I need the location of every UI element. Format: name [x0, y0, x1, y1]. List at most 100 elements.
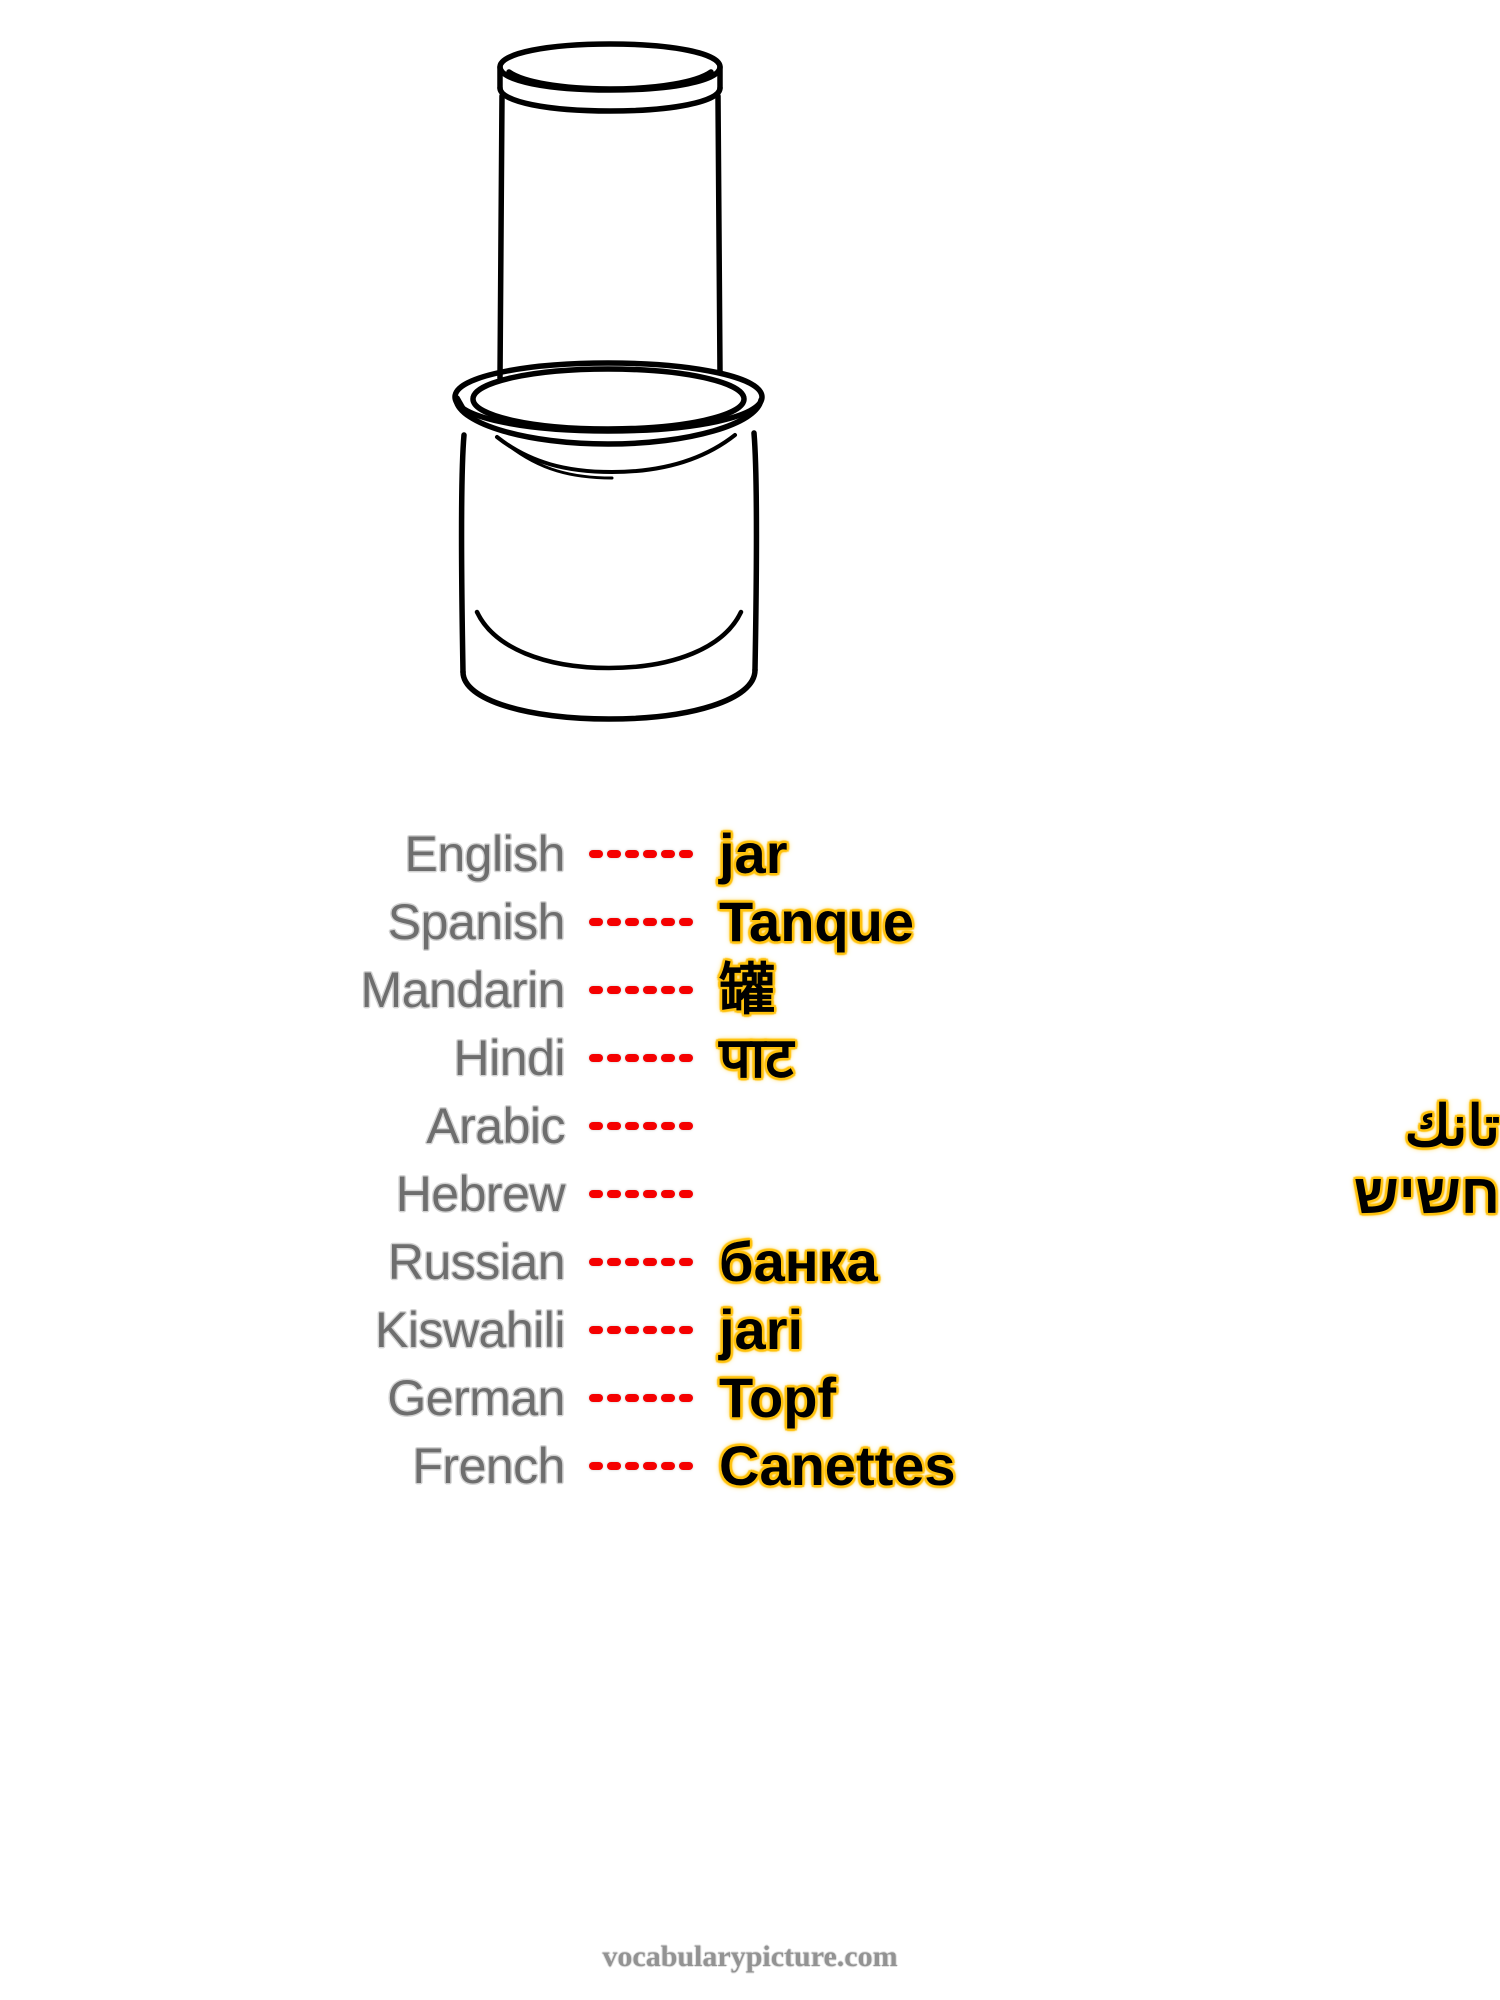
dash-mark [661, 918, 675, 926]
translation-english: jar [719, 822, 788, 885]
language-label-russian: Russian [387, 1234, 566, 1290]
dash-mark [607, 1326, 621, 1334]
dashed-separator [565, 1394, 711, 1402]
translation-hebrew: חשיש [1353, 1162, 1500, 1225]
dash-mark [643, 850, 657, 858]
jar-shoulder-outer-ellipse [452, 360, 765, 434]
dash-mark [625, 1326, 639, 1334]
dash-mark [643, 918, 657, 926]
dash-group [589, 1122, 693, 1130]
dash-group [589, 1326, 693, 1334]
translation-russian: банка [719, 1230, 878, 1293]
language-label-arabic: Arabic [426, 1098, 565, 1154]
translation-german: Topf [719, 1366, 837, 1429]
dashed-separator [565, 986, 711, 994]
dash-mark [625, 850, 639, 858]
dash-mark [589, 986, 603, 994]
dash-mark [679, 1394, 693, 1402]
jar-base-inner-arc [474, 609, 744, 671]
dash-mark [625, 1394, 639, 1402]
dash-group [589, 918, 693, 926]
vocabulary-row: Hebrew חשיש [0, 1160, 1500, 1228]
dash-mark [607, 1462, 621, 1470]
dashed-separator [565, 1054, 711, 1062]
dash-mark [643, 1326, 657, 1334]
dash-mark [679, 1258, 693, 1266]
dash-mark [661, 1190, 675, 1198]
dash-mark [679, 918, 693, 926]
vocabulary-row: Mandarin 罐 [0, 956, 1500, 1024]
dash-mark [679, 1190, 693, 1198]
jar-shoulder-inner-ellipse [470, 366, 747, 432]
vocabulary-row: Kiswahili jari [0, 1296, 1500, 1364]
dash-mark [589, 1462, 603, 1470]
dash-group [589, 850, 693, 858]
dash-mark [643, 986, 657, 994]
dash-mark [679, 986, 693, 994]
translation-arabic: تانك [1404, 1094, 1500, 1157]
language-label-spanish: Spanish [387, 894, 566, 950]
dash-group [589, 1054, 693, 1062]
dash-mark [679, 1054, 693, 1062]
jar-body-right-wall [751, 430, 760, 673]
vocabulary-row: Spanish Tanque [0, 888, 1500, 956]
dash-group [589, 1394, 693, 1402]
dash-mark [643, 1054, 657, 1062]
dash-mark [625, 1462, 639, 1470]
translation-spanish: Tanque [719, 890, 914, 953]
dash-mark [589, 1054, 603, 1062]
dash-mark [589, 1394, 603, 1402]
dash-mark [607, 1122, 621, 1130]
dashed-separator [565, 1462, 711, 1470]
translation-mandarin: 罐 [719, 958, 775, 1021]
dash-group [589, 1190, 693, 1198]
dash-mark [661, 1122, 675, 1130]
dash-mark [589, 1122, 603, 1130]
dash-mark [589, 1326, 603, 1334]
dash-mark [679, 1122, 693, 1130]
dash-mark [661, 1054, 675, 1062]
dash-mark [661, 986, 675, 994]
dash-mark [661, 850, 675, 858]
dashed-separator [565, 1326, 711, 1334]
dashed-separator [565, 1122, 711, 1130]
dash-mark [625, 1054, 639, 1062]
language-label-english: English [404, 826, 566, 882]
dash-mark [679, 850, 693, 858]
dash-mark [625, 1258, 639, 1266]
jar-neck-left-wall [497, 93, 505, 381]
language-label-hebrew: Hebrew [395, 1166, 566, 1222]
dash-mark [643, 1462, 657, 1470]
language-label-hindi: Hindi [453, 1030, 566, 1086]
dash-mark [607, 850, 621, 858]
dash-mark [661, 1462, 675, 1470]
dash-mark [679, 1326, 693, 1334]
site-footer: vocabularypicture.com [0, 1940, 1500, 1974]
dash-mark [661, 1394, 675, 1402]
dash-group [589, 1462, 693, 1470]
dash-group [589, 1258, 693, 1266]
dash-mark [661, 1326, 675, 1334]
dash-mark [625, 986, 639, 994]
vocabulary-list: English jar Spanish Tanque Mandarin 罐 Hindi पाट… [0, 820, 1500, 1500]
dash-mark [679, 1462, 693, 1470]
vocabulary-row: Arabic تانك [0, 1092, 1500, 1160]
dash-mark [661, 1258, 675, 1266]
dash-mark [643, 1258, 657, 1266]
dash-group [589, 986, 693, 994]
vocabulary-row: German Topf [0, 1364, 1500, 1432]
language-label-german: German [387, 1370, 565, 1426]
language-label-mandarin: Mandarin [360, 962, 566, 1018]
dash-mark [589, 918, 603, 926]
language-label-french: French [412, 1438, 565, 1494]
dash-mark [625, 918, 639, 926]
dash-mark [607, 1394, 621, 1402]
jar-line-drawing-svg [452, 41, 765, 722]
dash-mark [607, 1054, 621, 1062]
dash-mark [607, 918, 621, 926]
jar-illustration [0, 0, 1500, 800]
jar-body-left-wall [458, 432, 467, 675]
dash-mark [607, 1190, 621, 1198]
dash-mark [643, 1190, 657, 1198]
dash-mark [589, 1258, 603, 1266]
